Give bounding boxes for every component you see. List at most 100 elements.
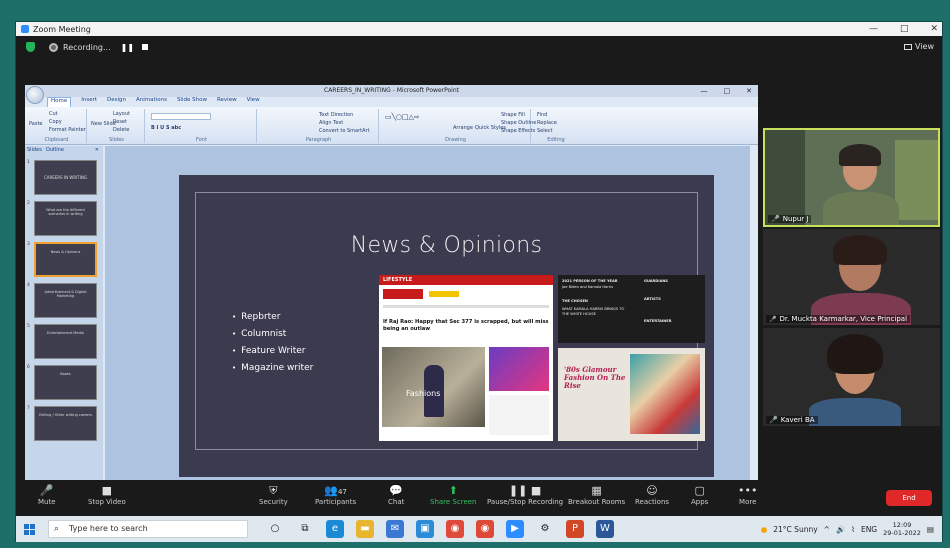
cortana-icon[interactable]: ○	[266, 520, 284, 538]
recording-label: Recording...	[63, 42, 111, 52]
tab-design[interactable]: Design	[107, 97, 126, 107]
apps-button[interactable]: ▢ Apps	[691, 484, 708, 506]
ribbon: Paste Cut Copy Format Painter Clipboard …	[25, 107, 758, 145]
slide-border: News & Opinions Repbrter Columnist Featu…	[195, 192, 705, 450]
background-frame: Zoom Meeting — □ ✕ Recording... ❚❚ View …	[0, 0, 950, 548]
tab-review[interactable]: Review	[217, 97, 237, 107]
video-tile-nupur[interactable]: 🎤 Nupur J	[763, 128, 940, 227]
window-titlebar: Zoom Meeting — □ ✕	[16, 22, 942, 36]
drawing-group: ▭╲○□△⇨ Arrange Quick Styles Shape Fill S…	[381, 109, 536, 143]
security-button[interactable]: ⛨ Security	[259, 484, 288, 506]
editing-group: Find Replace Select Editing	[537, 112, 565, 143]
participant-name: 🎤 Nupur J	[768, 215, 812, 223]
news-photo: Fashions	[382, 347, 485, 427]
stop-recording-icon[interactable]	[142, 44, 149, 50]
word-icon[interactable]: W	[596, 520, 614, 538]
slide-thumbnail[interactable]: Editing / Other writing careers	[34, 406, 97, 441]
clipboard-group: Paste Cut Copy Format Painter Clipboard	[29, 109, 87, 143]
apps-icon: ▢	[694, 484, 705, 497]
pause-recording-icon[interactable]: ❚❚	[121, 43, 134, 52]
slides-group: New Slide Layout Reset Delete Slides	[89, 109, 145, 143]
lang-indicator[interactable]: ENG	[861, 525, 877, 534]
breakout-rooms-button[interactable]: ▦ Breakout Rooms	[568, 484, 625, 506]
news-website-image: LIFESTYLE If Raj Rao: Happy that Sec 377…	[379, 275, 553, 441]
maximize-button[interactable]: □	[900, 22, 909, 36]
breakout-rooms-icon: ▦	[591, 484, 602, 497]
notification-icon[interactable]: ▤	[927, 525, 934, 534]
edge-icon[interactable]: e	[326, 520, 344, 538]
slide-thumbnail[interactable]: Entertainment Media	[34, 324, 97, 359]
file-explorer-icon[interactable]: ▬	[356, 520, 374, 538]
weather-text[interactable]: 21°C Sunny	[773, 525, 817, 534]
end-meeting-button[interactable]: End	[886, 490, 932, 506]
stop-video-button[interactable]: ■ Stop Video	[88, 484, 126, 506]
store-icon[interactable]: ▣	[416, 520, 434, 538]
participant-name: 🎤 Kaveri BA	[766, 416, 818, 424]
bullet-item: Magazine writer	[232, 360, 313, 377]
chat-button[interactable]: 💬 Chat	[388, 484, 404, 506]
system-tray: ● 21°C Sunny ^ 🔊 ⌇ ENG 12:09 29-01-2022 …	[761, 518, 934, 540]
slide-thumbnail[interactable]: CAREERS IN WRITING	[34, 160, 97, 195]
settings-gear-icon[interactable]: ⚙	[536, 520, 554, 538]
video-camera-icon: ■	[101, 484, 113, 497]
ribbon-tabs: Home Insert Design Animations Slide Show…	[47, 97, 260, 107]
recording-icon	[49, 42, 58, 52]
chrome-icon-2[interactable]: ◉	[476, 520, 494, 538]
windows-start-icon[interactable]	[24, 524, 35, 535]
search-icon: ⌕	[54, 524, 60, 534]
chevron-up-icon[interactable]: ^	[824, 525, 830, 534]
bullet-item: Columnist	[232, 326, 313, 343]
time-magazine-image: 2021 PERSON OF THE YEAR Joe Biden and Ka…	[558, 275, 705, 343]
bullet-item: Repbrter	[232, 309, 313, 326]
powerpoint-icon[interactable]: P	[566, 520, 584, 538]
news-headline: If Raj Rao: Happy that Sec 377 is scrapp…	[383, 319, 549, 332]
pause-stop-recording-button[interactable]: ❚❚ ■ Pause/Stop Recording	[487, 484, 563, 506]
reactions-button[interactable]: ☺ Reactions	[635, 484, 669, 506]
mail-icon[interactable]: ✉	[386, 520, 404, 538]
pause-stop-icon: ❚❚ ■	[508, 484, 542, 497]
network-icon[interactable]: ⌇	[851, 525, 855, 534]
current-slide[interactable]: News & Opinions Repbrter Columnist Featu…	[179, 175, 714, 477]
more-icon: •••	[738, 484, 758, 497]
slide-thumbnail-selected[interactable]: News & Opinions	[34, 242, 97, 277]
windows-taskbar: ⌕ Type here to search ○ ⧉ e ▬ ✉ ▣ ◉ ◉ ▶ …	[16, 516, 942, 542]
tab-slides[interactable]: Slides	[27, 146, 42, 155]
participant-name: 🎤 Dr. Muckta Karmarkar, Vice Principal	[766, 315, 911, 323]
tab-animations[interactable]: Animations	[136, 97, 167, 107]
participants-button[interactable]: 👥47 Participants	[315, 484, 356, 506]
tab-outline[interactable]: Outline	[46, 146, 64, 155]
tab-slide-show[interactable]: Slide Show	[177, 97, 207, 107]
slide-thumbnail[interactable]: Advertisement & Digital Marketing	[34, 283, 97, 318]
font-group: B I U S abc Font	[147, 109, 257, 143]
tab-insert[interactable]: Insert	[81, 97, 97, 107]
more-button[interactable]: ••• More	[738, 484, 757, 506]
meeting-top-bar: Recording... ❚❚ View	[16, 36, 942, 58]
taskbar-apps: ○ ⧉ e ▬ ✉ ▣ ◉ ◉ ▶ ⚙ P W	[266, 520, 614, 538]
office-button-icon[interactable]	[26, 86, 44, 104]
mute-button[interactable]: 🎤 Mute	[38, 484, 56, 506]
encryption-shield-icon[interactable]	[26, 42, 35, 52]
taskbar-search-input[interactable]: ⌕ Type here to search	[48, 520, 248, 538]
slide-thumbnail[interactable]: Books	[34, 365, 97, 400]
weather-sun-icon: ●	[760, 524, 768, 534]
task-view-icon[interactable]: ⧉	[296, 520, 314, 538]
chrome-icon[interactable]: ◉	[446, 520, 464, 538]
video-tile-muckta[interactable]: 🎤 Dr. Muckta Karmarkar, Vice Principal	[763, 229, 940, 325]
shared-screen-powerpoint: CAREERS_IN_WRITING - Microsoft PowerPoin…	[25, 85, 758, 491]
share-screen-icon: ⬆	[448, 484, 458, 497]
slide-thumbnail[interactable]: What are the different scenarios in writ…	[34, 201, 97, 236]
view-button[interactable]: View	[904, 42, 934, 51]
participants-icon: 👥47	[324, 484, 347, 497]
window-title: Zoom Meeting	[33, 24, 91, 34]
minimize-button[interactable]: —	[869, 22, 878, 36]
clock[interactable]: 12:09 29-01-2022	[883, 521, 921, 537]
close-button[interactable]: ✕	[930, 22, 938, 36]
tab-view[interactable]: View	[247, 97, 260, 107]
share-screen-button[interactable]: ⬆ Share Screen	[430, 484, 477, 506]
close-panel-icon[interactable]: ✕	[95, 146, 99, 155]
tab-home[interactable]: Home	[47, 97, 72, 107]
video-tile-kaveri[interactable]: 🎤 Kaveri BA	[763, 328, 940, 426]
zoom-taskbar-icon[interactable]: ▶	[506, 520, 524, 538]
zoom-app-icon	[21, 25, 29, 33]
volume-icon[interactable]: 🔊	[836, 525, 845, 534]
